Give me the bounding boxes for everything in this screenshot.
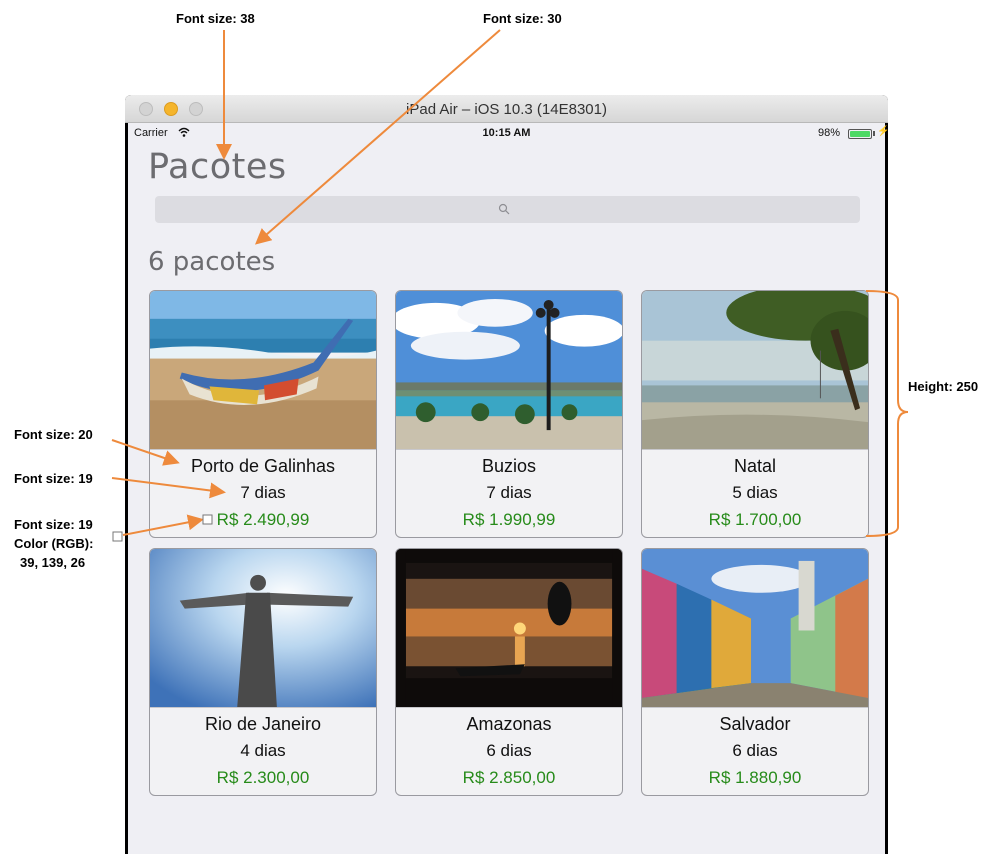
status-bar: Carrier 10:15 AM 98% ⚡ [128,123,888,143]
package-price: R$ 1.880,90 [708,768,802,787]
annotation-price-font: Font size: 19 [14,517,93,532]
package-name: Natal [733,456,777,476]
package-card[interactable]: Rio de Janeiro 4 dias R$ 2.300,00 [149,548,377,796]
package-name: Porto de Galinhas [190,456,336,476]
package-price: R$ 2.490,99 [216,510,310,529]
river-sunset-photo [396,549,622,708]
status-clock: 10:15 AM [482,127,531,139]
package-price: R$ 1.990,99 [462,510,556,529]
search-bar[interactable] [155,196,860,223]
package-duration: 5 dias [732,483,778,502]
colorful-street-photo [642,549,868,708]
package-price: R$ 1.700,00 [708,510,802,529]
package-name: Rio de Janeiro [204,714,322,734]
charging-bolt-icon: ⚡ [877,126,888,137]
beach-tree-photo [642,291,868,450]
package-duration: 4 dias [240,741,286,760]
package-card[interactable]: Buzios 7 dias R$ 1.990,99 [395,290,623,538]
package-card[interactable]: Amazonas 6 dias R$ 2.850,00 [395,548,623,796]
package-duration: 7 dias [486,483,532,502]
simulator-window: iPad Air – iOS 10.3 (14E8301) Carrier 10… [125,95,888,854]
waterfront-lamppost-photo [396,291,622,450]
beach-boat-photo [150,291,376,450]
battery-percentage: 98% [818,127,841,139]
package-card[interactable]: Salvador 6 dias R$ 1.880,90 [641,548,869,796]
annotation-days-font: Font size: 19 [14,471,93,486]
annotation-height: Height: 250 [908,379,979,394]
annotation-callout-box [112,531,123,542]
battery-tip-icon [873,131,875,136]
package-card[interactable]: Natal 5 dias R$ 1.700,00 [641,290,869,538]
annotation-name-font: Font size: 20 [14,427,93,442]
page-title: Pacotes [148,147,287,187]
package-duration: 7 dias [240,483,286,502]
package-name: Salvador [719,714,791,734]
package-card[interactable]: Porto de Galinhas 7 dias R$ 2.490,99 [149,290,377,538]
annotation-subtitle-font: Font size: 30 [483,11,562,26]
package-name: Amazonas [466,714,552,734]
annotation-price-color: Color (RGB): [14,536,94,551]
window-titlebar[interactable]: iPad Air – iOS 10.3 (14E8301) [125,95,888,123]
annotation-title-font: Font size: 38 [176,11,255,26]
package-duration: 6 dias [732,741,778,760]
ipad-screen: Carrier 10:15 AM 98% ⚡ Pacotes 6 pacotes [128,123,888,854]
package-price: R$ 2.850,00 [462,768,556,787]
package-duration: 6 dias [486,741,532,760]
package-count-label: 6 pacotes [148,247,276,277]
search-icon [498,203,510,215]
battery-icon [848,129,872,139]
window-title: iPad Air – iOS 10.3 (14E8301) [406,101,607,118]
christ-redeemer-photo [150,549,376,708]
package-grid: Porto de Galinhas 7 dias R$ 2.490,99 Buz… [149,290,869,796]
package-price: R$ 2.300,00 [216,768,310,787]
annotation-price-rgb: 39, 139, 26 [20,555,86,570]
package-name: Buzios [481,456,537,476]
